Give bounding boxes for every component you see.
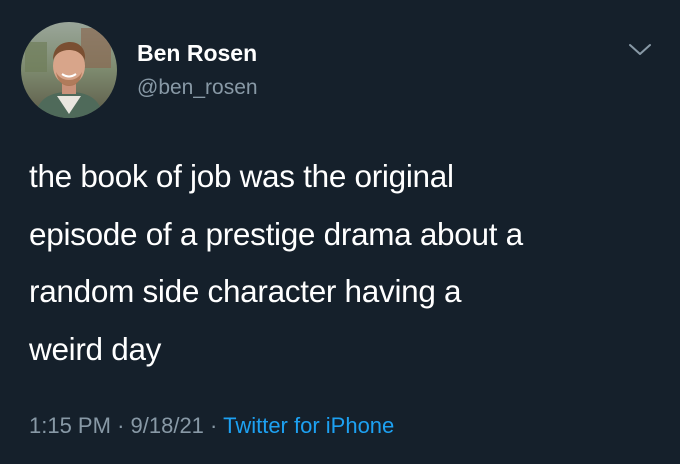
tweet-text-line: weird day xyxy=(29,330,162,367)
tweet-date[interactable]: 9/18/21 xyxy=(131,413,204,438)
author-handle[interactable]: @ben_rosen xyxy=(137,76,258,100)
tweet-text-line: the book of job was the original xyxy=(29,158,454,194)
author-name[interactable]: Ben Rosen xyxy=(137,40,257,66)
avatar-photo xyxy=(21,22,117,118)
meta-separator: · xyxy=(117,413,125,438)
tweet-card: Ben Rosen @ben_rosen the book of job was… xyxy=(0,0,680,464)
tweet-time[interactable]: 1:15 PM xyxy=(29,413,111,438)
avatar[interactable] xyxy=(21,22,117,118)
tweet-text: the book of job was the original episode… xyxy=(29,148,659,378)
chevron-down-icon[interactable] xyxy=(627,40,653,60)
meta-separator: · xyxy=(210,413,218,438)
tweet-meta: 1:15 PM · 9/18/21 · Twitter for iPhone xyxy=(29,412,394,440)
tweet-text-line: episode of a prestige drama about a xyxy=(29,215,523,252)
tweet-source-link[interactable]: Twitter for iPhone xyxy=(223,413,394,438)
tweet-text-line: random side character having a xyxy=(29,273,462,309)
